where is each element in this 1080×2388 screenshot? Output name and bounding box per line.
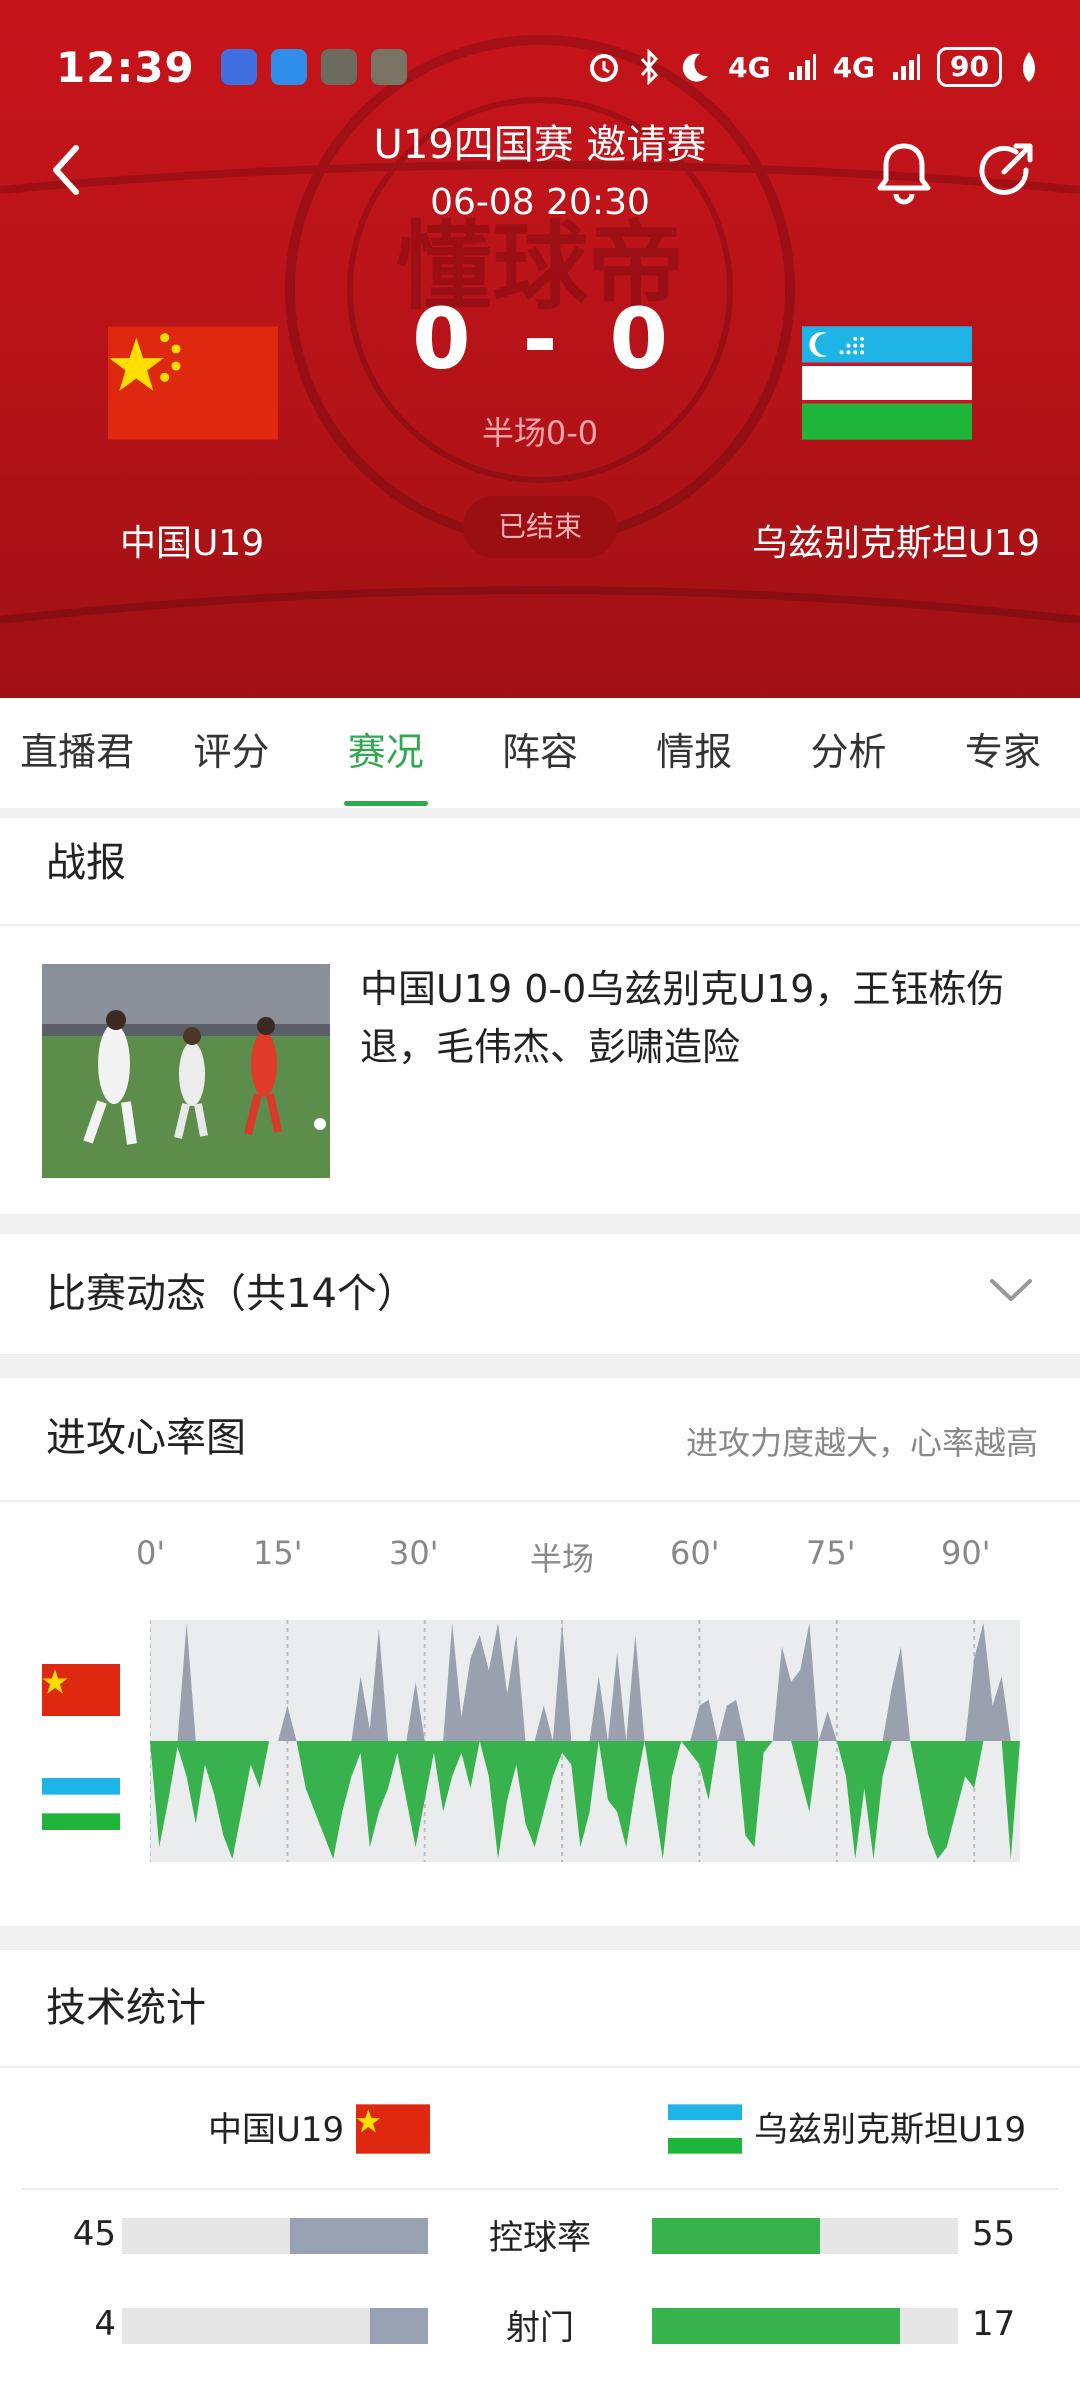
news-headline[interactable]: 中国U19 0-0乌兹别克U19，王钰栋伤退，毛伟杰、彭啸造险 [360,960,1040,1076]
stat-home-value: 4 [94,2304,116,2344]
notification-icons [220,49,407,85]
signal-icon-2 [893,54,921,80]
moon-icon [682,53,709,82]
china-flag-small [42,1664,120,1716]
divider [0,2066,1080,2068]
clock: 12:39 [56,42,195,92]
status-bar: 12:39 4G 4G 90 [56,40,1040,94]
battery-indicator: 90 [937,47,1002,87]
network-4g-1: 4G [728,50,771,84]
divider [0,1500,1080,1502]
events-title: 比赛动态（共14个） [46,1271,417,1317]
match-status-badge: 已结束 [463,496,617,558]
uzbekistan-flag [802,326,972,440]
stat-away-bar-fill [652,2218,821,2254]
stats-home-team: 中国U19 [208,2110,345,2150]
stat-home-bar [122,2308,428,2344]
bell-icon[interactable] [874,140,934,206]
tab-live[interactable]: 直播君 [0,698,154,808]
stat-away-bar [652,2308,958,2344]
stats-uzbekistan-flag [668,2104,742,2154]
tick-60: 60' [670,1534,720,1572]
tab-intel[interactable]: 情报 [617,698,771,808]
tick-15: 15' [253,1534,303,1572]
stat-home-bar [122,2218,428,2254]
news-thumbnail[interactable] [42,964,330,1178]
tick-half: 半场 [530,1540,595,1578]
tab-bar: 直播君 评分 赛况 阵容 情报 分析 专家 [0,698,1080,808]
home-score: 0 [412,290,471,388]
divider [22,2188,1058,2190]
match-events-row[interactable]: 比赛动态（共14个） [0,1234,1080,1354]
app-notification-icon [220,49,257,85]
uzbekistan-flag-small [42,1778,120,1830]
network-4g-2: 4G [832,50,876,84]
heartrate-chart [150,1620,1020,1862]
report-section-title: 战报 [46,840,126,886]
away-team-name[interactable]: 乌兹别克斯坦U19 [752,514,1040,566]
signal-icon [788,54,816,80]
tab-experts[interactable]: 专家 [926,698,1080,808]
photo-notification-icon-2 [370,49,407,85]
tab-ratings[interactable]: 评分 [154,698,308,808]
stat-away-bar-fill [652,2308,900,2344]
heartrate-title: 进攻心率图 [46,1415,246,1461]
home-team-name[interactable]: 中国U19 [120,514,264,566]
stats-away-team: 乌兹别克斯坦U19 [754,2110,1027,2150]
tick-90: 90' [941,1534,991,1572]
stat-home-value: 45 [72,2214,116,2254]
tab-lineup[interactable]: 阵容 [463,698,617,808]
system-icons: 4G 4G 90 [586,47,1040,87]
stats-title: 技术统计 [46,1985,206,2031]
stat-away-value: 17 [972,2304,1016,2344]
match-header: 懂球帝 12:39 4G 4G 90 U19四国赛 邀请赛 06-08 20:3… [0,0,1080,698]
tick-75: 75' [806,1534,856,1572]
chevron-down-icon[interactable] [988,1275,1034,1305]
photo-notification-icon [320,49,357,85]
stat-away-bar [652,2218,958,2254]
score-separator: - [522,290,558,388]
stat-home-bar-fill [290,2218,428,2254]
divider [0,924,1080,926]
heartrate-note: 进攻力度越大，心率越高 [685,1424,1038,1462]
stats-china-flag [356,2104,430,2154]
leaf-icon [1022,52,1036,82]
tab-analysis[interactable]: 分析 [771,698,925,808]
share-icon[interactable] [976,140,1038,202]
tab-match-status[interactable]: 赛况 [309,698,463,808]
alarm-icon [590,54,619,82]
away-score: 0 [609,290,668,388]
stat-home-bar-fill [369,2308,428,2344]
stat-away-value: 55 [972,2214,1016,2254]
bluetooth-icon [640,49,659,85]
weather-icon [270,49,307,85]
tick-30: 30' [389,1534,439,1572]
tick-0: 0' [136,1534,166,1572]
stat-label: 射门 [506,2308,574,2348]
football-photo [42,964,330,1178]
stat-label: 控球率 [489,2218,591,2258]
